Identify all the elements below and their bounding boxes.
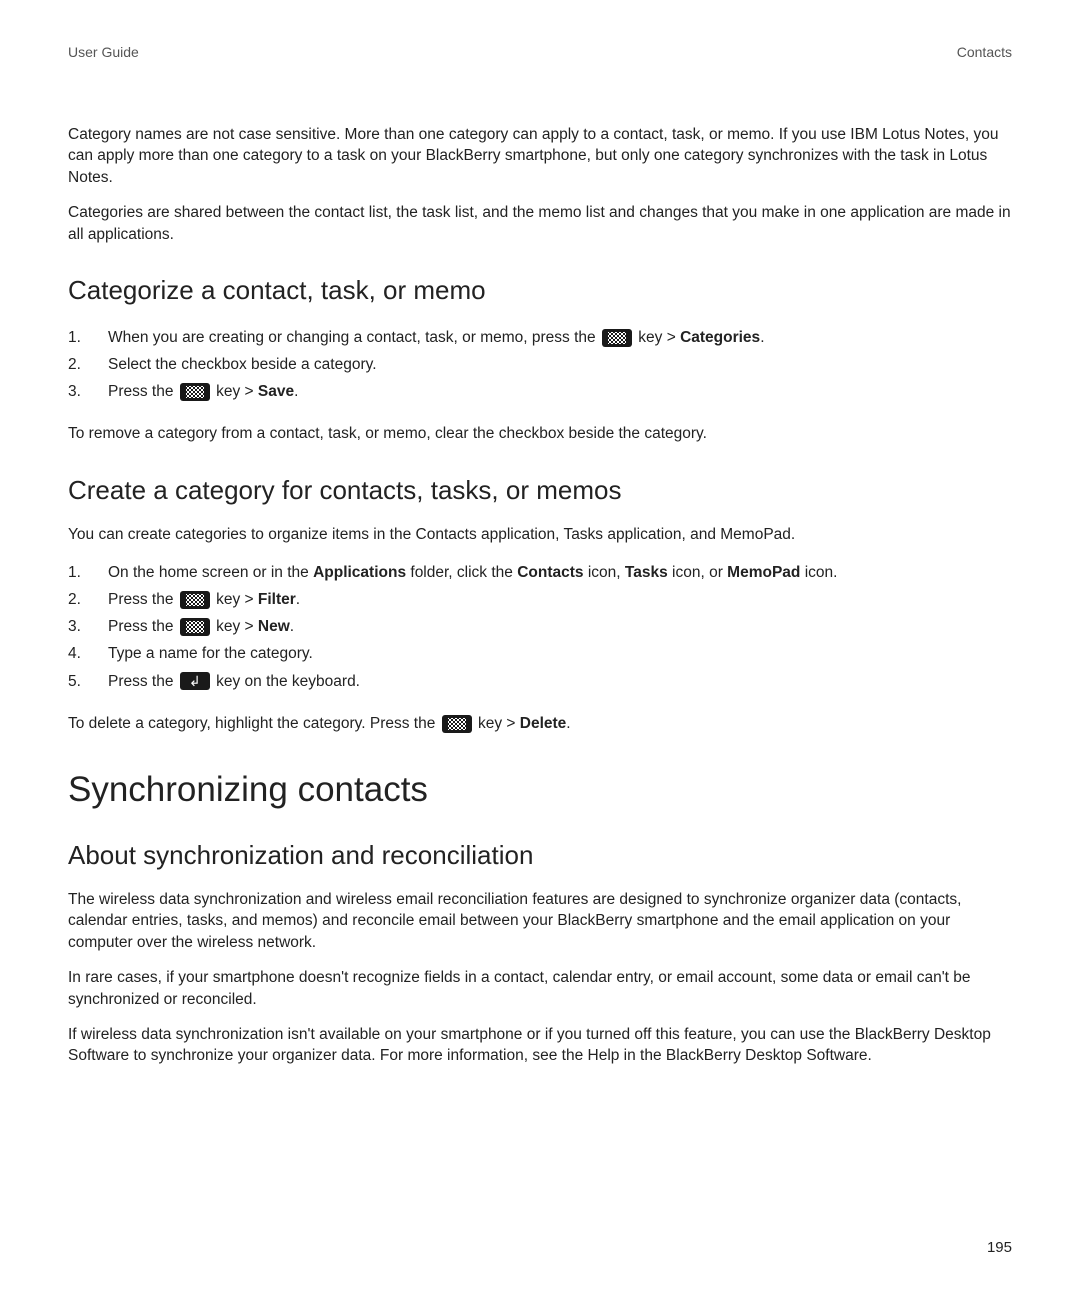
step-text: Press the	[108, 618, 178, 635]
step-bold: Contacts	[517, 564, 583, 581]
step-text: .	[760, 329, 764, 346]
list-item: Press the ↲ key on the keyboard.	[68, 668, 1012, 695]
step-bold: Tasks	[625, 564, 668, 581]
text: .	[566, 715, 570, 732]
step-text: icon,	[584, 564, 625, 581]
step-text: Press the	[108, 673, 178, 690]
bold-text: Delete	[520, 715, 567, 732]
step-text: Press the	[108, 383, 178, 400]
step-text: When you are creating or changing a cont…	[108, 329, 600, 346]
list-item: Type a name for the category.	[68, 640, 1012, 667]
header-left: User Guide	[68, 44, 139, 60]
step-text: On the home screen or in the	[108, 564, 313, 581]
enter-key-icon: ↲	[180, 672, 210, 690]
step-text: key on the keyboard.	[216, 673, 360, 690]
intro-paragraph-1: Category names are not case sensitive. M…	[68, 124, 1012, 188]
list-item: Press the key > Save.	[68, 378, 1012, 405]
step-text: icon, or	[668, 564, 727, 581]
step-bold: Filter	[258, 591, 296, 608]
blackberry-menu-key-icon	[180, 383, 210, 401]
step-text: .	[296, 591, 300, 608]
header-right: Contacts	[957, 44, 1012, 60]
list-item: Select the checkbox beside a category.	[68, 351, 1012, 378]
heading-about-synchronization: About synchronization and reconciliation	[68, 840, 1012, 871]
page-number: 195	[987, 1239, 1012, 1256]
blackberry-menu-key-icon	[180, 618, 210, 636]
heading-synchronizing-contacts: Synchronizing contacts	[68, 770, 1012, 810]
list-item: When you are creating or changing a cont…	[68, 324, 1012, 351]
step-text: .	[290, 618, 294, 635]
step-text: key >	[216, 383, 258, 400]
paragraph: If wireless data synchronization isn't a…	[68, 1024, 1012, 1067]
blackberry-menu-key-icon	[602, 329, 632, 347]
blackberry-menu-key-icon	[442, 715, 472, 733]
paragraph: To delete a category, highlight the cate…	[68, 713, 1012, 734]
heading-categorize: Categorize a contact, task, or memo	[68, 275, 1012, 306]
paragraph: The wireless data synchronization and wi…	[68, 889, 1012, 953]
list-item: Press the key > Filter.	[68, 586, 1012, 613]
step-text: .	[294, 383, 298, 400]
step-text: folder, click the	[406, 564, 517, 581]
step-text: icon.	[800, 564, 837, 581]
step-bold: Save	[258, 383, 294, 400]
step-text: key >	[216, 618, 258, 635]
text: key >	[478, 715, 520, 732]
paragraph: You can create categories to organize it…	[68, 524, 1012, 545]
step-text: key >	[216, 591, 258, 608]
page: User Guide Contacts Category names are n…	[0, 0, 1080, 1296]
list-item: Press the key > New.	[68, 613, 1012, 640]
heading-create-category: Create a category for contacts, tasks, o…	[68, 475, 1012, 506]
step-bold: Categories	[680, 329, 760, 346]
list-item: On the home screen or in the Application…	[68, 559, 1012, 586]
step-bold: MemoPad	[727, 564, 800, 581]
text: To delete a category, highlight the cate…	[68, 715, 440, 732]
step-bold: Applications	[313, 564, 406, 581]
step-text: key >	[638, 329, 680, 346]
blackberry-menu-key-icon	[180, 591, 210, 609]
step-text: Press the	[108, 591, 178, 608]
paragraph: To remove a category from a contact, tas…	[68, 423, 1012, 444]
step-bold: New	[258, 618, 290, 635]
page-header: User Guide Contacts	[68, 44, 1012, 60]
paragraph: In rare cases, if your smartphone doesn'…	[68, 967, 1012, 1010]
steps-categorize: When you are creating or changing a cont…	[68, 324, 1012, 405]
intro-paragraph-2: Categories are shared between the contac…	[68, 202, 1012, 245]
steps-create-category: On the home screen or in the Application…	[68, 559, 1012, 695]
